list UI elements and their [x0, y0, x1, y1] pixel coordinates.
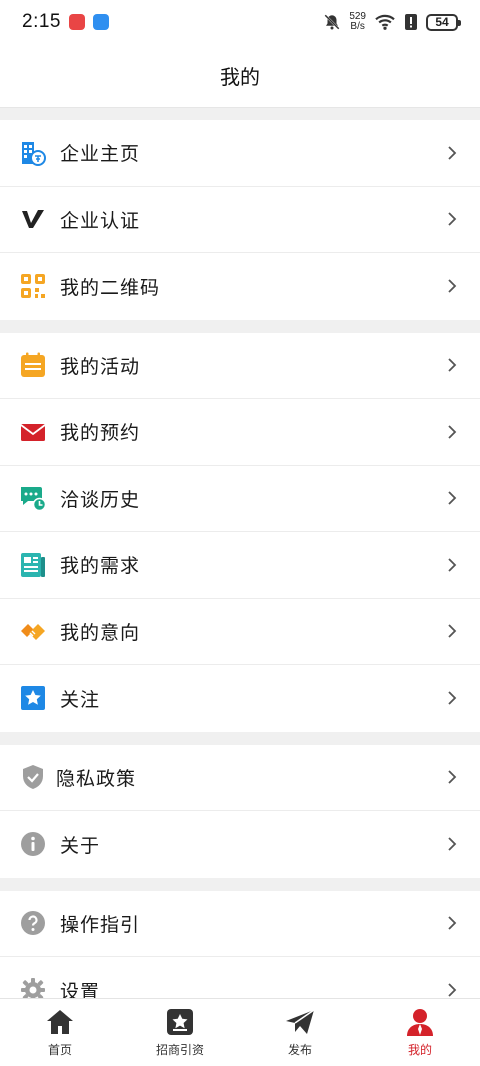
menu-item-label: 我的二维码	[60, 276, 161, 299]
chevron-right-icon	[448, 691, 457, 705]
bottom-tab-bar: 首页 招商引资 发布 我的	[0, 998, 480, 1066]
envelope-icon	[20, 419, 46, 445]
tab-home[interactable]: 首页	[0, 999, 120, 1066]
qrcode-icon	[20, 273, 46, 299]
chevron-right-icon	[448, 279, 457, 293]
chevron-right-icon	[448, 770, 457, 784]
status-bar: 2:15 529 B/s 54	[0, 0, 480, 44]
tab-label: 招商引资	[155, 1043, 204, 1057]
chevron-right-icon	[448, 491, 457, 505]
tab-label: 发布	[287, 1043, 312, 1057]
menu-item-label: 企业认证	[60, 209, 141, 232]
menu-item-my-activities[interactable]: 我的活动	[0, 333, 480, 399]
net-speed-unit: B/s	[350, 21, 365, 32]
menu-item-label: 隐私政策	[56, 767, 137, 790]
shield-check-icon	[20, 764, 46, 790]
menu-item-label: 洽谈历史	[60, 488, 141, 511]
menu-item-enterprise-home[interactable]: 企业主页	[0, 120, 480, 187]
screen: 2:15 529 B/s 54 我的 企业主页 企业认证 我的二维码 我的活动 …	[0, 0, 480, 1066]
calendar-icon	[20, 352, 46, 378]
star-badge-icon	[165, 1007, 195, 1037]
chevron-right-icon	[448, 146, 457, 160]
net-speed: 529 B/s	[349, 12, 366, 32]
menu-item-my-qrcode[interactable]: 我的二维码	[0, 253, 480, 320]
battery-indicator: 54	[426, 13, 461, 31]
alert-icon	[405, 14, 417, 30]
chevron-right-icon	[448, 558, 457, 572]
home-icon	[45, 1007, 75, 1037]
menu-item-privacy-policy[interactable]: 隐私政策	[0, 745, 480, 811]
chevron-right-icon	[448, 358, 457, 372]
menu-item-my-demands[interactable]: 我的需求	[0, 532, 480, 599]
menu-group-enterprise: 企业主页 企业认证 我的二维码	[0, 120, 480, 320]
menu-item-follow[interactable]: 关注	[0, 665, 480, 732]
title-bar: 我的	[0, 44, 480, 108]
menu-list: 企业主页 企业认证 我的二维码 我的活动 我的预约 洽谈历史 我的需求 我的意向…	[0, 120, 480, 1037]
document-icon	[20, 552, 46, 578]
mute-bell-icon	[324, 14, 340, 30]
chat-clock-icon	[20, 485, 46, 512]
menu-item-label: 关注	[60, 688, 101, 711]
chevron-right-icon	[448, 983, 457, 997]
menu-group-policy: 隐私政策 关于	[0, 744, 480, 878]
tab-publish[interactable]: 发布	[240, 999, 360, 1066]
building-icon	[20, 140, 46, 166]
star-icon	[20, 685, 46, 711]
menu-item-my-appointments[interactable]: 我的预约	[0, 399, 480, 466]
info-icon	[20, 831, 46, 857]
tab-label: 首页	[47, 1043, 72, 1057]
menu-item-my-intentions[interactable]: 我的意向	[0, 599, 480, 665]
help-icon	[20, 910, 46, 936]
tab-mine[interactable]: 我的	[360, 999, 480, 1066]
menu-item-guide[interactable]: 操作指引	[0, 891, 480, 957]
chevron-right-icon	[448, 212, 457, 226]
menu-item-label: 我的预约	[60, 422, 141, 445]
page-title: 我的	[220, 65, 260, 89]
chevron-right-icon	[448, 425, 457, 439]
menu-item-label: 操作指引	[60, 913, 141, 936]
menu-item-label: 我的需求	[60, 555, 141, 578]
status-time: 2:15	[22, 11, 61, 32]
tab-investment[interactable]: 招商引资	[120, 999, 240, 1066]
user-icon	[405, 1007, 435, 1037]
menu-item-label: 企业主页	[60, 143, 141, 166]
menu-item-enterprise-verify[interactable]: 企业认证	[0, 187, 480, 253]
menu-item-negotiation-history[interactable]: 洽谈历史	[0, 466, 480, 532]
menu-item-label: 我的活动	[60, 355, 141, 378]
handshake-icon	[20, 618, 46, 644]
paper-plane-icon	[285, 1007, 315, 1037]
notification-app-icon	[68, 14, 85, 30]
weather-app-icon	[92, 14, 109, 30]
menu-item-label: 我的意向	[60, 621, 141, 644]
menu-group-activities: 我的活动 我的预约 洽谈历史 我的需求 我的意向 关注	[0, 332, 480, 732]
wifi-icon	[375, 14, 395, 30]
menu-item-about[interactable]: 关于	[0, 811, 480, 878]
chevron-right-icon	[448, 916, 457, 930]
tab-label: 我的	[407, 1043, 432, 1057]
verified-v-icon	[20, 206, 46, 232]
chevron-right-icon	[448, 624, 457, 638]
menu-item-label: 关于	[60, 834, 101, 857]
chevron-right-icon	[448, 837, 457, 851]
